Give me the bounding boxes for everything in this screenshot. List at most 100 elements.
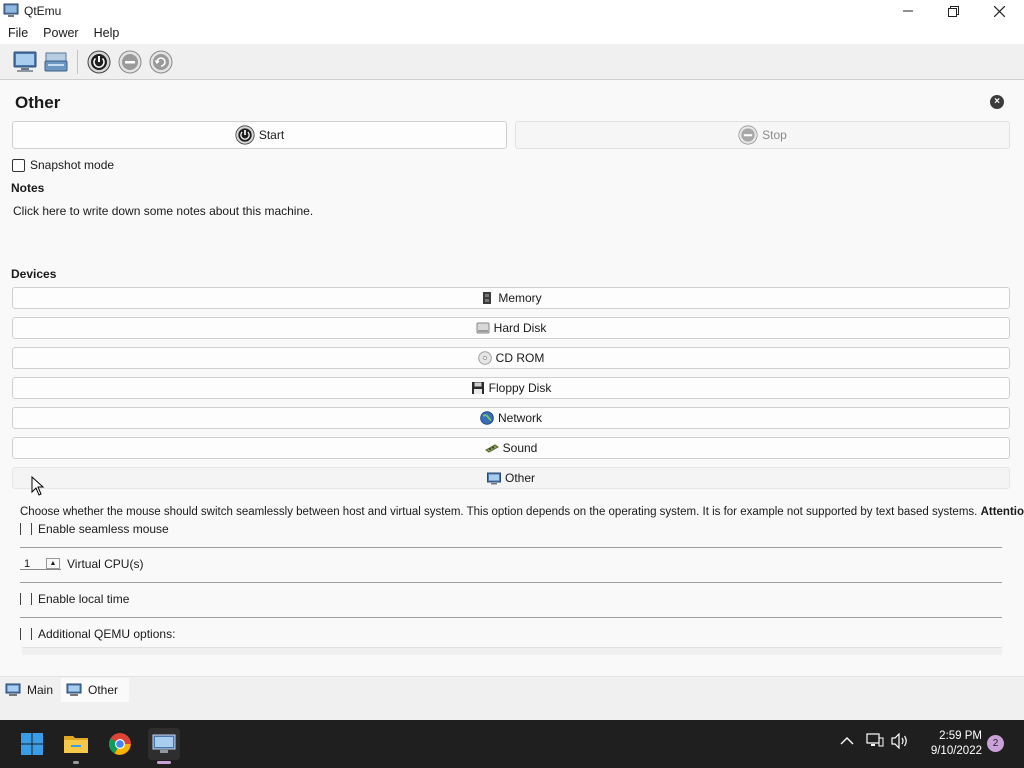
cd-rom-icon (477, 351, 492, 365)
qemu-options-input[interactable] (22, 647, 1002, 655)
qtemu-app-icon (3, 3, 19, 17)
device-label: Memory (498, 291, 542, 305)
device-hard-disk-button[interactable]: Hard Disk (12, 317, 1010, 339)
tab-main[interactable]: Main (0, 678, 60, 702)
close-button[interactable] (976, 0, 1022, 22)
machine-icon (5, 683, 21, 696)
new-machine-button[interactable] (11, 48, 39, 76)
power-on-icon (235, 125, 255, 145)
menu-help[interactable]: Help (86, 26, 127, 40)
floppy-disk-icon (471, 382, 484, 394)
qemu-options-checkbox[interactable]: Additional QEMU options: (20, 627, 175, 641)
restore-button[interactable] (930, 0, 976, 22)
network-icon (480, 411, 494, 425)
tab-label: Other (88, 683, 119, 697)
running-indicator (73, 761, 79, 764)
machine-icon (66, 683, 82, 696)
cpu-label: Virtual CPU(s) (67, 557, 144, 571)
power-on-button[interactable] (85, 48, 113, 76)
checkbox-box[interactable] (12, 158, 25, 172)
windows-start-icon (21, 733, 43, 755)
chrome-button[interactable] (104, 728, 136, 760)
sound-icon (484, 444, 499, 453)
divider (20, 617, 1002, 618)
tray-overflow-icon[interactable] (840, 733, 854, 749)
divider (20, 547, 1002, 548)
pause-button[interactable] (116, 48, 144, 76)
tab-other[interactable]: Other (61, 678, 129, 702)
start-button[interactable] (16, 728, 48, 760)
local-time-checkbox[interactable]: Enable local time (20, 592, 129, 606)
device-label: Sound (502, 441, 538, 455)
spin-up-icon[interactable]: ▲ (46, 558, 60, 569)
device-sound-button[interactable]: Sound (12, 437, 1010, 459)
menu-file[interactable]: File (0, 26, 35, 40)
device-label: Network (497, 411, 542, 425)
page-title: Other (15, 93, 61, 112)
menu-power[interactable]: Power (35, 26, 85, 40)
machine-panel: Other × Start Stop Snapshot mode Notes C… (0, 80, 1024, 676)
active-indicator (157, 761, 171, 764)
toolbar (0, 44, 1024, 80)
mouse-cursor-icon (31, 476, 45, 496)
machine-tab-bar: Main Other (0, 676, 1024, 720)
minimize-button[interactable] (885, 0, 931, 22)
seamless-mouse-checkbox[interactable]: Enable seamless mouse (20, 522, 169, 536)
checkbox-box[interactable] (20, 628, 32, 640)
stop-icon (738, 125, 758, 145)
other-icon (486, 472, 501, 485)
tab-label: Main (26, 683, 53, 697)
checkbox-box[interactable] (20, 593, 32, 605)
pause-icon (118, 50, 142, 74)
network-status-icon[interactable] (866, 733, 884, 752)
window-title: QtEmu (24, 4, 62, 18)
notification-badge[interactable]: 2 (987, 735, 1004, 752)
device-label: Other (504, 471, 535, 485)
close-machine-icon[interactable]: × (990, 95, 1004, 109)
start-label: Start (258, 128, 285, 142)
close-icon (993, 5, 1005, 17)
device-floppy-disk-button[interactable]: Floppy Disk (12, 377, 1010, 399)
clock-time: 2:59 PM (939, 730, 982, 742)
start-button[interactable]: Start (12, 121, 507, 149)
device-cd-rom-button[interactable]: CD ROM (12, 347, 1010, 369)
reset-icon (149, 50, 173, 74)
snapshot-mode-checkbox[interactable]: Snapshot mode (12, 158, 114, 172)
clock-date: 9/10/2022 (930, 745, 982, 757)
volume-icon[interactable] (891, 732, 909, 752)
reset-button[interactable] (147, 48, 175, 76)
file-explorer-button[interactable] (60, 728, 92, 760)
device-label: CD ROM (495, 351, 545, 365)
device-label: Floppy Disk (488, 381, 552, 395)
cpu-spinbox[interactable]: 1 ▲ (20, 558, 61, 570)
system-clock[interactable]: 2:59 PM 9/10/2022 (918, 729, 982, 759)
device-memory-button[interactable]: Memory (12, 287, 1010, 309)
power-on-icon (87, 50, 111, 74)
device-network-button[interactable]: Network (12, 407, 1010, 429)
hard-disk-icon (476, 322, 490, 334)
memory-icon (483, 292, 492, 304)
title-bar: QtEmu (0, 0, 1024, 22)
stop-button[interactable]: Stop (515, 121, 1010, 149)
divider (20, 582, 1002, 583)
local-time-label: Enable local time (38, 592, 130, 606)
minimize-icon (903, 10, 913, 12)
device-other-button[interactable]: Other (12, 467, 1010, 489)
snapshot-label: Snapshot mode (30, 158, 115, 172)
new-machine-icon (13, 51, 37, 72)
qtemu-taskbar-button[interactable] (148, 728, 180, 760)
virtual-cpu-row: 1 ▲ Virtual CPU(s) (20, 557, 143, 571)
menu-bar: File Power Help (0, 22, 1024, 44)
devices-heading: Devices (11, 267, 57, 281)
seamless-mouse-description: Choose whether the mouse should switch s… (20, 506, 1024, 518)
seamless-mouse-label: Enable seamless mouse (38, 522, 169, 536)
open-machine-button[interactable] (42, 48, 70, 76)
taskbar: 2:59 PM 9/10/2022 2 (0, 720, 1024, 768)
qemu-options-label: Additional QEMU options: (38, 627, 176, 641)
notes-heading: Notes (11, 181, 45, 195)
open-machine-icon (44, 52, 68, 72)
checkbox-box[interactable] (20, 523, 32, 535)
notes-field[interactable]: Click here to write down some notes abou… (13, 204, 313, 218)
cpu-value[interactable]: 1 (20, 558, 46, 570)
qtemu-icon (152, 734, 176, 753)
